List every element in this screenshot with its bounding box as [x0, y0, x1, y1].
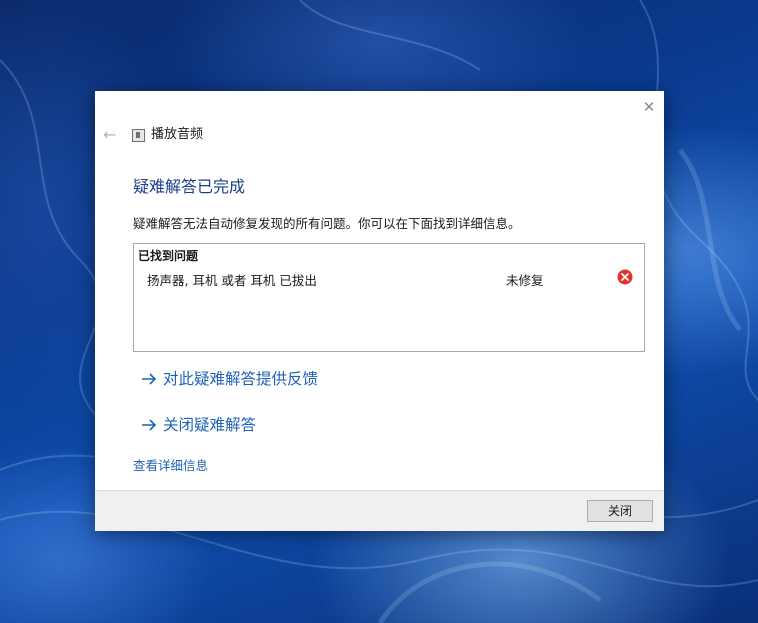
page-title: 疑难解答已完成 — [133, 177, 246, 196]
feedback-link-label: 对此疑难解答提供反馈 — [163, 370, 319, 388]
problems-list: 已找到问题 扬声器, 耳机 或者 耳机 已拔出 未修复 — [133, 243, 645, 352]
close-troubleshooter-link[interactable]: 关闭疑难解答 — [141, 414, 256, 436]
arrow-right-icon — [142, 419, 157, 431]
problems-header: 已找到问题 — [138, 249, 199, 263]
dialog-footer: 关闭 — [95, 490, 664, 531]
app-title: 播放音频 — [151, 127, 204, 142]
problem-item-status: 未修复 — [506, 273, 544, 288]
close-icon[interactable]: ✕ — [639, 97, 659, 117]
close-troubleshooter-link-label: 关闭疑难解答 — [163, 416, 257, 434]
problem-item-text: 扬声器, 耳机 或者 耳机 已拔出 — [147, 273, 317, 288]
view-details-link[interactable]: 查看详细信息 — [133, 455, 208, 474]
close-button[interactable]: 关闭 — [587, 500, 653, 522]
error-icon — [617, 269, 633, 285]
description-text: 疑难解答无法自动修复发现的所有问题。你可以在下面找到详细信息。 — [133, 216, 521, 231]
troubleshooter-dialog: ✕ ← 播放音频 疑难解答已完成 疑难解答无法自动修复发现的所有问题。你可以在下… — [95, 91, 664, 531]
app-icon — [132, 129, 145, 142]
back-arrow-icon[interactable]: ← — [103, 125, 119, 145]
feedback-link[interactable]: 对此疑难解答提供反馈 — [141, 368, 318, 390]
arrow-right-icon — [142, 373, 157, 385]
